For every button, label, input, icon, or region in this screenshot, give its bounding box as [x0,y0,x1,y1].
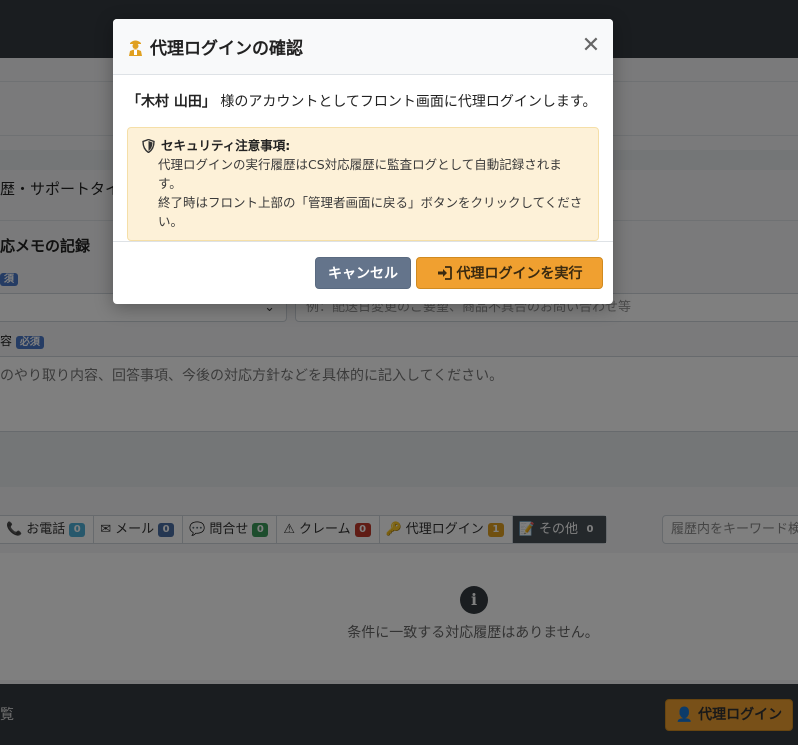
alert-body: 代理ログインの実行履歴はCS対応履歴に監査ログとして自動記録されます。 終了時は… [142,155,584,231]
modal-header: 代理ログインの確認 ✕ [113,19,613,75]
close-icon: ✕ [581,33,601,58]
modal-title: 代理ログインの確認 [127,34,303,59]
agent-icon [129,40,142,56]
alert-line: 終了時はフロント上部の「管理者画面に戻る」ボタンをクリックしてください。 [158,195,583,229]
proxy-login-confirm-modal: 代理ログインの確認 ✕ 「木村 山田」 様のアカウントとしてフロント画面に代理ロ… [113,19,613,304]
alert-title: セキュリティ注意事項: [142,136,584,155]
close-button[interactable]: ✕ [581,35,601,57]
modal-body: 「木村 山田」 様のアカウントとしてフロント画面に代理ログインします。 セキュリ… [113,75,613,241]
modal-footer: キャンセル 代理ログインを実行 [113,241,613,304]
shield-icon [142,138,155,153]
cancel-button[interactable]: キャンセル [315,257,411,289]
execute-proxy-login-button[interactable]: 代理ログインを実行 [416,257,603,289]
alert-line: 代理ログインの実行履歴はCS対応履歴に監査ログとして自動記録されます。 [158,157,562,191]
customer-name: 「木村 山田」 [127,94,216,110]
security-alert: セキュリティ注意事項: 代理ログインの実行履歴はCS対応履歴に監査ログとして自動… [127,127,599,241]
sign-in-icon [437,266,452,280]
confirm-message: 「木村 山田」 様のアカウントとしてフロント画面に代理ログインします。 [127,94,597,110]
